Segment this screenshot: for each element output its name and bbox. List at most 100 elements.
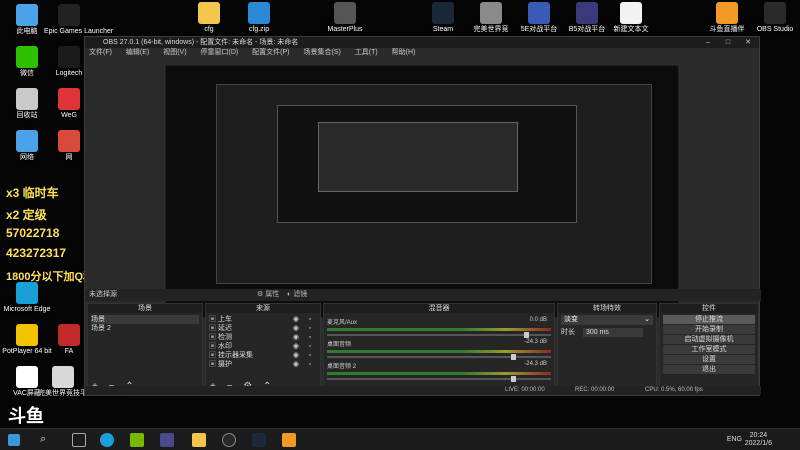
volume-slider[interactable] — [327, 332, 551, 338]
volume-slider[interactable] — [327, 354, 551, 360]
eye-icon[interactable]: ◉ — [293, 351, 299, 360]
preview-canvas[interactable] — [165, 65, 679, 318]
overlay-line-1: x3 临时车 — [6, 186, 59, 200]
settings-button[interactable]: 设置 — [663, 355, 755, 364]
maximize-button[interactable]: □ — [721, 37, 735, 48]
desktop-icon[interactable]: cfg.zip — [234, 2, 284, 34]
desktop-icon-label: 5E对战平台 — [520, 26, 558, 33]
folder-taskbar-icon[interactable] — [192, 433, 206, 447]
app-taskbar-icon[interactable] — [160, 433, 174, 447]
source-type-icon: ▣ — [209, 325, 218, 332]
desktop-icon[interactable]: B5对战平台 — [562, 2, 612, 34]
edge-taskbar-icon[interactable] — [100, 433, 114, 447]
folder-icon — [198, 2, 220, 24]
start-button[interactable] — [8, 434, 20, 446]
overlay-line-2: x2 定级 — [6, 208, 47, 222]
desktop-icon[interactable]: Steam — [418, 2, 468, 34]
desktop-icon-label: MasterPlus — [327, 26, 363, 33]
close-button[interactable]: ✕ — [741, 37, 755, 48]
start-virtual-camera-button[interactable]: 启动虚拟摄像机 — [663, 335, 755, 344]
source-item[interactable]: ▣ 上车 ◉ ▫ — [209, 315, 317, 324]
source-item[interactable]: ▣ 检测 ◉ ▫ — [209, 333, 317, 342]
lock-icon[interactable]: ▫ — [309, 324, 311, 333]
source-type-icon: ▣ — [209, 352, 218, 359]
nvidia-taskbar-icon[interactable] — [130, 433, 144, 447]
scene-item[interactable]: 场景 — [91, 315, 199, 324]
source-item[interactable]: ▣ 延迟 ◉ ▫ — [209, 324, 317, 333]
desktop-icon[interactable]: Microsoft Edge — [2, 282, 52, 314]
source-item[interactable]: ▣ 摄护 ◉ ▫ — [209, 360, 317, 369]
source-item[interactable]: ▣ 水印 ◉ ▫ — [209, 342, 317, 351]
clock[interactable]: 20:24 2022/1/6 — [745, 432, 772, 448]
menu-profile[interactable]: 配置文件(P) — [252, 49, 289, 56]
filters-button[interactable]: ◐ 滤镜 — [287, 291, 307, 298]
no-source-label: 未选择源 — [89, 291, 117, 298]
text-file-icon — [620, 2, 642, 24]
desktop-icon[interactable]: OBS Studio — [750, 2, 800, 34]
source-item[interactable]: ▣ 挂示器采集 ◉ ▫ — [209, 351, 317, 360]
rec-status: REC: 00:00:00 — [575, 387, 615, 393]
desktop-icon[interactable]: Epic Games Launcher — [44, 4, 113, 36]
network-icon — [16, 130, 38, 152]
source-item-label: 水印 — [217, 343, 232, 350]
menu-view[interactable]: 视图(V) — [163, 49, 186, 56]
desktop-icon[interactable]: 斗鱼直播伴 — [702, 2, 752, 34]
desktop-icon[interactable]: 完美世界竞 — [466, 2, 516, 34]
task-view-icon[interactable] — [72, 433, 86, 447]
menu-edit[interactable]: 编辑(E) — [126, 49, 149, 56]
volume-slider-handle[interactable] — [510, 354, 516, 360]
app-icon — [58, 130, 80, 152]
lock-icon[interactable]: ▫ — [309, 351, 311, 360]
studio-mode-button[interactable]: 工作室模式 — [663, 345, 755, 354]
desktop-icon[interactable]: 新建文本文 — [606, 2, 656, 34]
obs-titlebar[interactable]: OBS 27.0.1 (64-bit, windows) - 配置文件: 未命名… — [85, 37, 759, 48]
volume-meter — [327, 328, 551, 331]
eye-icon[interactable]: ◉ — [293, 360, 299, 369]
lock-icon[interactable]: ▫ — [309, 333, 311, 342]
clock-date: 2022/1/6 — [744, 440, 772, 447]
eye-icon[interactable]: ◉ — [293, 342, 299, 351]
lock-icon[interactable]: ▫ — [309, 315, 311, 324]
menu-file[interactable]: 文件(F) — [89, 49, 112, 56]
menu-help[interactable]: 帮助(H) — [392, 49, 416, 56]
search-icon[interactable]: ⌕ — [40, 433, 54, 447]
mixer-track-name: 麦克风/Aux — [327, 320, 358, 326]
duration-input[interactable]: 300 ms — [582, 328, 643, 337]
douyu-taskbar-icon[interactable] — [282, 433, 296, 447]
volume-slider-handle[interactable] — [510, 376, 516, 382]
start-recording-button[interactable]: 开始录制 — [663, 325, 755, 334]
masterplus-icon — [334, 2, 356, 24]
scene-item[interactable]: 场景 2 — [91, 324, 199, 333]
lock-icon[interactable]: ▫ — [309, 342, 311, 351]
minimize-button[interactable]: – — [701, 37, 715, 48]
volume-slider[interactable] — [327, 376, 551, 382]
desktop-icon-label: cfg.zip — [248, 26, 270, 33]
lock-icon[interactable]: ▫ — [309, 360, 311, 369]
stop-streaming-button[interactable]: 停止推流 — [663, 315, 755, 324]
menu-tools[interactable]: 工具(T) — [355, 49, 378, 56]
transition-select[interactable]: 淡变 ⌄ — [561, 315, 653, 325]
desktop-icon[interactable]: cfg — [184, 2, 234, 34]
eye-icon[interactable]: ◉ — [293, 324, 299, 333]
exit-button[interactable]: 退出 — [663, 365, 755, 374]
mixer-track-db: 0.0 dB — [529, 317, 547, 323]
steam-taskbar-icon[interactable] — [252, 433, 266, 447]
properties-button[interactable]: ⚙ 属性 — [257, 291, 279, 298]
source-item-label: 摄护 — [217, 361, 232, 368]
mixer-track: 桌面音频 -24.3 dB — [327, 339, 551, 360]
desktop-icon[interactable]: 5E对战平台 — [514, 2, 564, 34]
menu-docks[interactable]: 停靠窗口(D) — [201, 49, 239, 56]
desktop-icon[interactable]: MasterPlus — [320, 2, 370, 34]
volume-slider-handle[interactable] — [524, 332, 530, 338]
obs-taskbar-icon[interactable] — [222, 433, 236, 447]
overlay-line-3: 57022718 — [6, 226, 60, 240]
desktop-icon-label: 新建文本文 — [613, 26, 649, 33]
eye-icon[interactable]: ◉ — [293, 315, 299, 324]
live-status: LIVE: 00:00:00 — [505, 387, 545, 393]
menu-scene-collection[interactable]: 场景集合(S) — [303, 49, 340, 56]
transitions-dock-title: 转场特效 — [558, 304, 656, 313]
eye-icon[interactable]: ◉ — [293, 333, 299, 342]
desktop-icon-label: Steam — [432, 26, 454, 33]
input-language[interactable]: ENG — [727, 436, 742, 443]
obs-window[interactable]: OBS 27.0.1 (64-bit, windows) - 配置文件: 未命名… — [84, 36, 761, 396]
